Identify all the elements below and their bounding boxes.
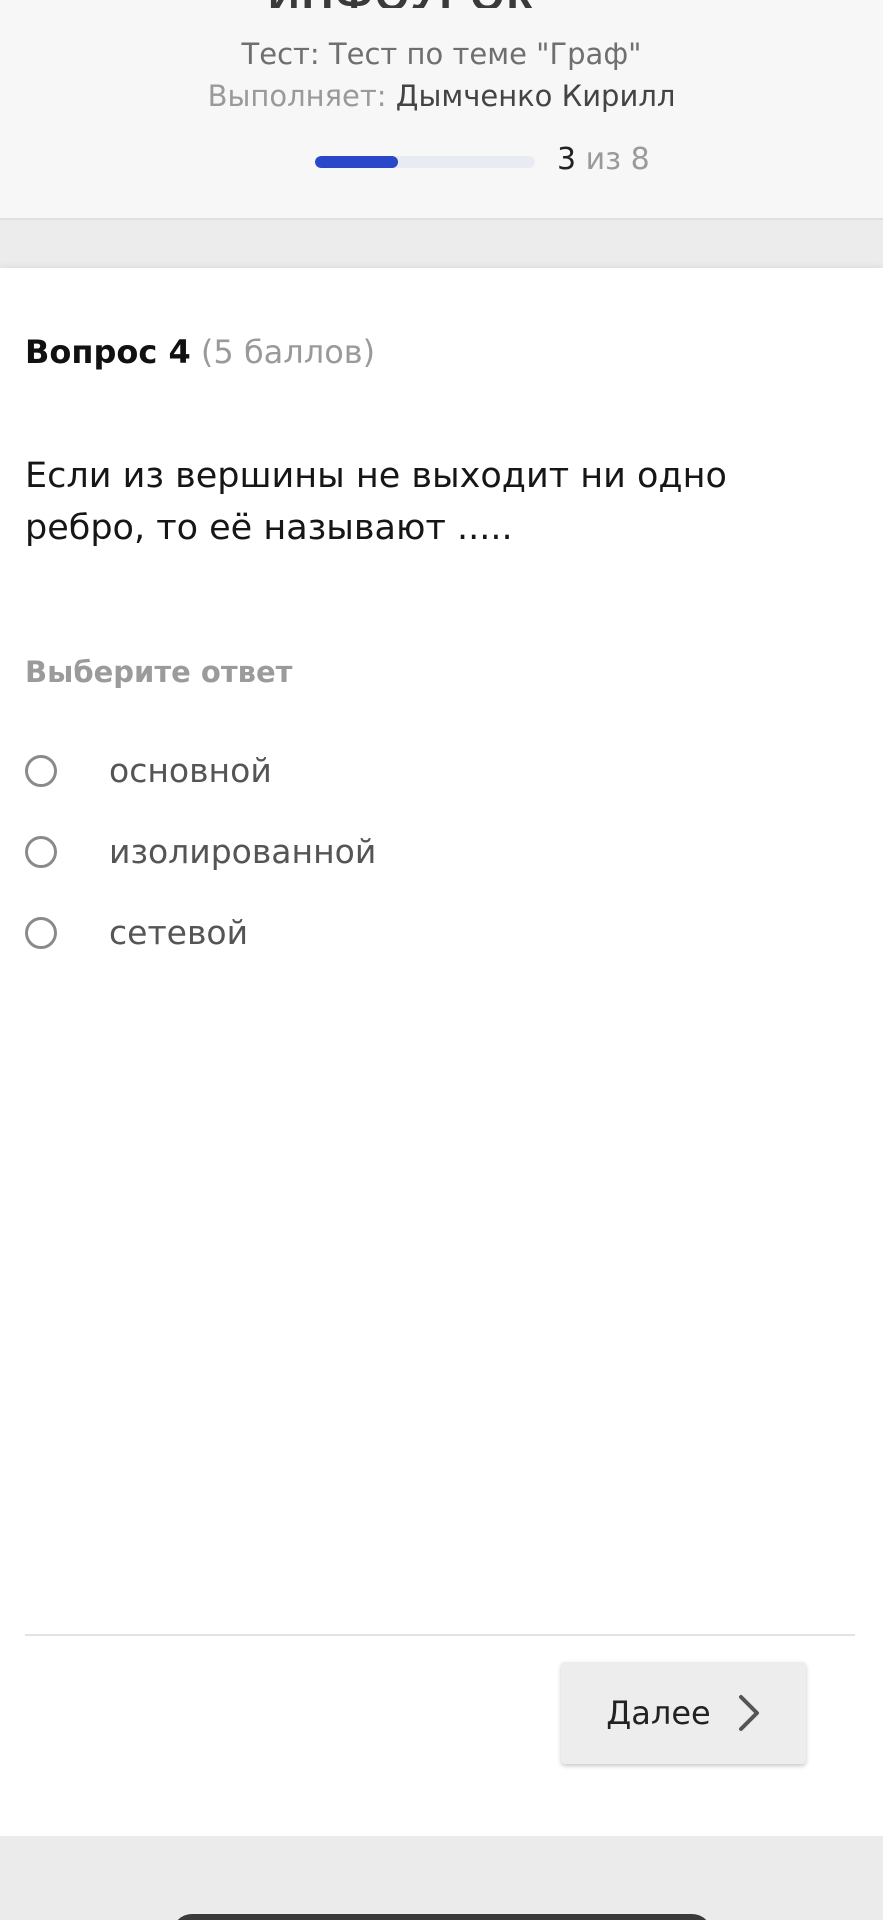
answer-option-label: изолированной xyxy=(109,832,377,871)
footer-divider xyxy=(25,1634,855,1636)
question-points: (5 баллов) xyxy=(200,333,376,371)
answer-option-2[interactable]: изолированной xyxy=(25,832,855,917)
radio-button[interactable] xyxy=(25,917,57,949)
performer-name: Дымченко Кирилл xyxy=(395,79,676,113)
progress-bar xyxy=(315,156,535,168)
answer-option-1[interactable]: основной xyxy=(25,751,855,836)
answer-option-3[interactable]: сетевой xyxy=(25,913,855,998)
progress-counter: 3 из 8 xyxy=(557,140,650,180)
test-name: Тест по теме "Граф" xyxy=(328,37,642,71)
radio-button[interactable] xyxy=(25,836,57,868)
radio-button[interactable] xyxy=(25,755,57,787)
answer-instruction: Выберите ответ xyxy=(25,655,293,689)
home-indicator[interactable] xyxy=(172,1914,712,1920)
answer-options: основной изолированной сетевой xyxy=(25,751,855,998)
site-logo[interactable]: ИНФОУРОК xyxy=(268,0,608,8)
progress-current: 3 xyxy=(557,142,577,177)
progress-total: 8 xyxy=(630,142,650,177)
test-label: Тест: xyxy=(241,37,320,71)
progress-bar-fill xyxy=(315,156,398,168)
question-heading: Вопрос 4 (5 баллов) xyxy=(25,330,375,374)
chevron-right-icon xyxy=(738,1695,759,1731)
question-card: Вопрос 4 (5 баллов) Если из вершины не в… xyxy=(0,268,883,1836)
answer-option-label: основной xyxy=(109,751,272,790)
performer-label: Выполняет: xyxy=(207,79,387,113)
progress-separator: из xyxy=(585,142,622,177)
question-text: Если из вершины не выходит ни одно ребро… xyxy=(25,456,727,548)
bottom-bar xyxy=(0,1836,883,1920)
answer-option-label: сетевой xyxy=(109,913,249,952)
performer-info: Выполняет: Дымченко Кирилл xyxy=(0,76,883,116)
test-title: Тест: Тест по теме "Граф" xyxy=(0,34,883,74)
logo-text: ИНФОУРОК xyxy=(268,0,608,8)
next-button[interactable]: Далее xyxy=(561,1662,806,1764)
question-number: Вопрос 4 xyxy=(25,333,191,371)
next-button-label: Далее xyxy=(606,1694,711,1732)
test-header: ИНФОУРОК Тест: Тест по теме "Граф" Выпол… xyxy=(0,0,883,220)
